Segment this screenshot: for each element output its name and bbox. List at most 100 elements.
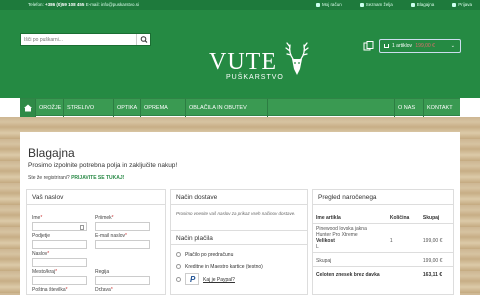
phone-prefix: Telefon: — [28, 2, 46, 7]
paypal-p-icon: P — [190, 275, 196, 284]
deer-antlers-icon — [285, 42, 309, 75]
address-label: Naslov* — [32, 251, 49, 257]
checkout-panel: Blagajna Prosimo izpolnite potrebna polj… — [20, 132, 460, 295]
payment-option-card[interactable]: Kreditne in Maestro kartice (testno) — [185, 264, 263, 270]
login-link-label: Prijava — [458, 2, 472, 7]
subtotal-row: Skupaj 199,00 € — [313, 252, 453, 267]
required-mark: * — [110, 287, 113, 293]
cart-icon — [384, 43, 389, 48]
payment-radio-card[interactable] — [176, 264, 181, 269]
mini-cart[interactable]: 1 artiklov 199,00 € ⌄ — [363, 38, 461, 54]
address-field[interactable] — [32, 258, 87, 267]
last-name-label: Priimek* — [95, 215, 114, 221]
main-nav: OROŽJE STRELIVO OPTIKA OPREMA OBLAČILA I… — [20, 98, 460, 117]
nav-item-optika[interactable]: OPTIKA — [114, 99, 141, 117]
postcode-label: Poštna številka* — [32, 287, 68, 293]
paypal-info-link[interactable]: Kaj je Paypal? — [203, 277, 235, 283]
account-link[interactable]: Moj račun — [315, 2, 342, 7]
address-heading: Vaš naslov — [27, 190, 165, 205]
col-total: Skupaj — [422, 215, 440, 221]
logo-wordmark: VUTE — [209, 49, 277, 75]
heart-icon — [359, 2, 364, 7]
search-box — [20, 33, 151, 46]
cart-button[interactable]: 1 artiklov 199,00 € ⌄ — [379, 39, 461, 53]
last-name-field[interactable] — [95, 222, 150, 231]
nav-item-oprema[interactable]: OPREMA — [141, 99, 186, 117]
nav-item-label: OROŽJE — [39, 105, 62, 111]
payment-radio-proforma[interactable] — [176, 252, 181, 257]
nav-item-orozje[interactable]: OROŽJE — [36, 99, 64, 117]
country-label: Država* — [95, 287, 113, 293]
shipping-section: Način dostave Prosimo vnesite vaš naslov… — [170, 189, 308, 295]
first-name-field[interactable] — [32, 222, 87, 231]
email-prefix: E-mail: — [84, 2, 101, 7]
region-label: Regija — [95, 269, 110, 275]
checkout-icon — [410, 2, 415, 7]
payment-heading: Način plačila — [176, 235, 213, 242]
nav-item-label: STRELIVO — [67, 105, 95, 111]
phone-number[interactable]: +386 (0)59 108 455 — [45, 2, 84, 7]
page-subtitle: Prosimo izpolnite potrebna polja in zakl… — [28, 162, 178, 169]
payment-radio-paypal[interactable] — [176, 277, 181, 282]
nav-item-o-nas[interactable]: O NAS — [394, 99, 424, 117]
cart-total: 199,00 € — [415, 43, 435, 49]
item-size-value: L — [316, 244, 319, 250]
net-total-label: Celoten znesek brez davka — [316, 272, 380, 278]
email-label: E-mail naslov* — [95, 233, 127, 239]
subtotal-label: Skupaj — [316, 258, 332, 264]
subtotal-value: 199,00 € — [422, 258, 443, 264]
required-mark: * — [65, 287, 68, 293]
login-prompt: Ste že registrirani? PRIJAVITE SE TUKAJ! — [28, 175, 124, 181]
email-field[interactable] — [95, 240, 150, 249]
user-icon — [315, 2, 320, 7]
wishlist-link-label: Seznam želja — [365, 2, 393, 7]
required-mark: * — [40, 215, 43, 221]
nav-item-label: O NAS — [398, 105, 416, 111]
required-mark: * — [47, 251, 50, 257]
contact-card-icon — [80, 224, 84, 230]
nav-item-label: OPREMA — [144, 105, 168, 111]
table-row: Pinewood lovska jakna Hunter Pro Xtreme … — [313, 223, 453, 253]
order-item-total: 199,00 € — [422, 238, 443, 244]
logo-tagline: PUŠKARSTVO — [226, 74, 284, 81]
account-link-label: Moj račun — [321, 2, 342, 7]
required-mark: * — [125, 233, 127, 239]
nav-item-strelivo[interactable]: STRELIVO — [64, 99, 114, 117]
order-heading: Pregled naročenega — [313, 190, 453, 205]
compare-icon[interactable] — [363, 41, 375, 51]
company-field[interactable] — [32, 240, 87, 249]
postcode-label-text: Poštna številka — [32, 287, 66, 293]
required-mark: * — [55, 269, 58, 275]
payment-option-proforma[interactable]: Plačilo po predračunu — [185, 252, 233, 258]
city-field[interactable] — [32, 276, 87, 285]
login-link[interactable]: Prijava — [452, 2, 472, 7]
nav-item-label: KONTAKT — [427, 105, 453, 111]
net-total-row: Celoten znesek brez davka 163,11 € — [313, 266, 453, 281]
order-item-qty: 1 — [389, 238, 393, 244]
nav-item-kontakt[interactable]: KONTAKT — [424, 99, 460, 117]
col-quantity: Količina — [389, 215, 410, 221]
paypal-logo: P — [185, 273, 199, 285]
home-icon — [24, 104, 32, 112]
search-button[interactable] — [136, 34, 150, 45]
search-input[interactable] — [21, 34, 136, 45]
checkout-link[interactable]: Blagajna — [410, 2, 434, 7]
nav-item-oblacila[interactable]: OBLAČILA IN OBUTEV — [186, 99, 268, 117]
nav-item-label: OBLAČILA IN OBUTEV — [189, 105, 247, 111]
order-item-name: Pinewood lovska jakna Hunter Pro Xtreme … — [313, 224, 387, 253]
login-here-link[interactable]: PRIJAVITE SE TUKAJ! — [71, 175, 124, 181]
region-field[interactable] — [95, 276, 150, 285]
wishlist-link[interactable]: Seznam želja — [359, 2, 393, 7]
site-logo[interactable]: VUTE PUŠKARSTVO — [206, 35, 316, 85]
payment-heading-bar: Način plačila — [171, 230, 307, 245]
country-label-text: Država — [95, 287, 111, 293]
company-label: Podjetje — [32, 233, 51, 239]
city-label-text: Mesto/kraj — [32, 269, 56, 275]
home-nav[interactable] — [20, 99, 36, 117]
email-label-text: E-mail naslov — [95, 233, 126, 239]
email-address[interactable]: info@puskarstvo.si — [101, 2, 139, 7]
col-item-name: Ime artikla — [316, 215, 341, 221]
order-header-row: Ime artikla Količina Skupaj — [313, 213, 453, 224]
net-total-value: 163,11 € — [422, 272, 443, 278]
login-question: Ste že registrirani? — [28, 175, 70, 181]
